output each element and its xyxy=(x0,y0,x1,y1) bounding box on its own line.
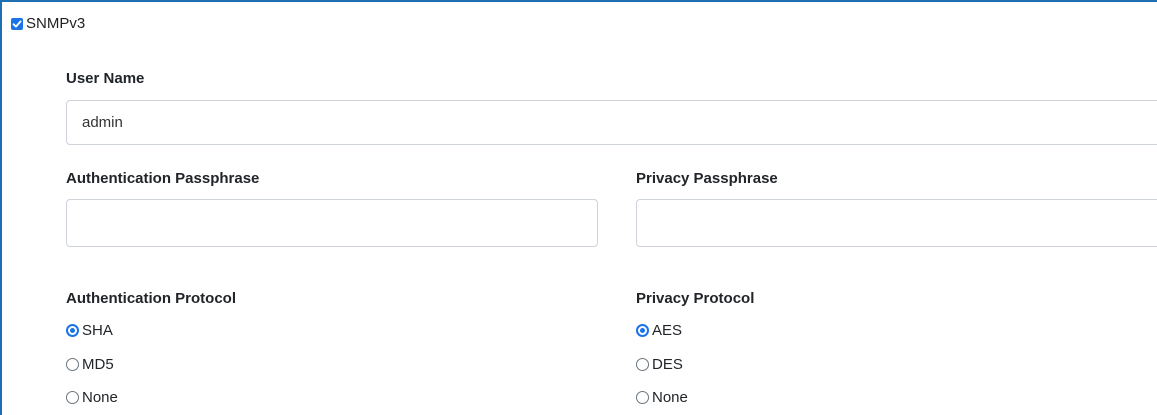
auth-protocol-option-md5[interactable]: MD5 xyxy=(66,356,114,373)
radio-unchecked-icon[interactable] xyxy=(66,391,79,404)
auth-passphrase-label: Authentication Passphrase xyxy=(66,170,260,187)
privacy-protocol-option-aes[interactable]: AES xyxy=(636,322,682,339)
radio-label: SHA xyxy=(82,322,113,339)
privacy-passphrase-label: Privacy Passphrase xyxy=(636,170,778,187)
auth-passphrase-input[interactable] xyxy=(66,199,598,247)
privacy-protocol-option-des[interactable]: DES xyxy=(636,356,683,373)
radio-label: None xyxy=(82,389,118,406)
user-name-value: admin xyxy=(82,114,123,131)
radio-checked-icon[interactable] xyxy=(66,324,79,337)
auth-protocol-option-none[interactable]: None xyxy=(66,389,118,406)
checkmark-icon xyxy=(12,20,22,27)
user-name-label: User Name xyxy=(66,70,145,87)
snmpv3-toggle[interactable]: SNMPv3 xyxy=(11,15,85,32)
radio-unchecked-icon[interactable] xyxy=(66,358,79,371)
user-name-input[interactable]: admin xyxy=(66,100,1157,145)
radio-label: None xyxy=(652,389,688,406)
radio-unchecked-icon[interactable] xyxy=(636,391,649,404)
auth-protocol-option-sha[interactable]: SHA xyxy=(66,322,113,339)
snmpv3-panel: SNMPv3 User Name admin Authentication Pa… xyxy=(0,0,1157,415)
auth-protocol-label: Authentication Protocol xyxy=(66,290,236,307)
radio-unchecked-icon[interactable] xyxy=(636,358,649,371)
privacy-protocol-label: Privacy Protocol xyxy=(636,290,755,307)
radio-label: MD5 xyxy=(82,356,114,373)
radio-label: AES xyxy=(652,322,683,339)
radio-checked-icon[interactable] xyxy=(636,324,649,337)
snmpv3-checkbox[interactable] xyxy=(11,17,23,30)
snmpv3-label: SNMPv3 xyxy=(26,15,86,32)
privacy-protocol-option-none[interactable]: None xyxy=(636,389,688,406)
radio-label: DES xyxy=(652,356,683,373)
privacy-passphrase-input[interactable] xyxy=(636,199,1157,247)
